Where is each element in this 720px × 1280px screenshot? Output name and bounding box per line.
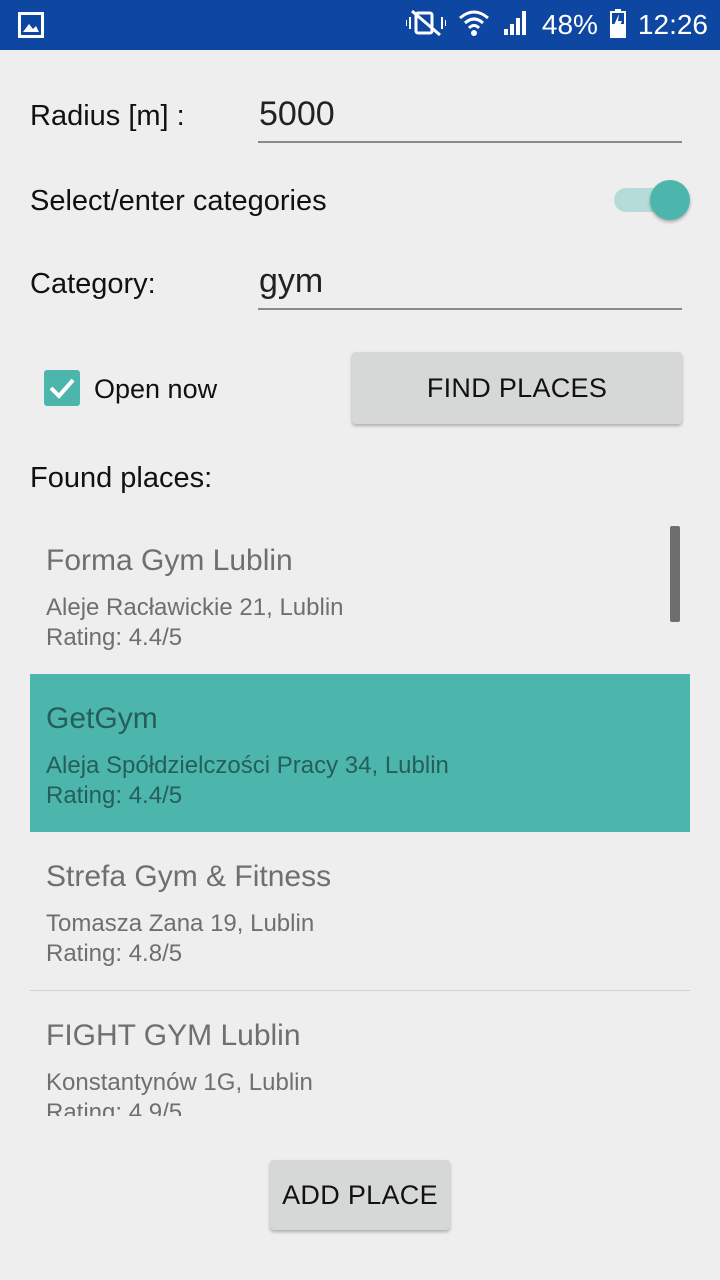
radius-label: Radius [m] : [30,100,185,132]
place-address: Tomasza Zana 19, Lublin [46,910,315,937]
place-address: Aleja Spółdzielczości Pracy 34, Lublin [46,752,449,779]
open-now-checkbox[interactable] [44,370,80,406]
battery-percent: 48% [541,9,598,40]
place-rating: Rating: 4.8/5 [46,940,183,967]
wifi-icon [458,8,490,43]
place-name: Strefa Gym & Fitness [46,860,332,893]
place-name: Forma Gym Lublin [46,544,293,577]
open-now-label[interactable]: Open now [94,374,217,405]
status-bar: 48% 12:26 [0,0,720,50]
category-field[interactable]: gym [258,262,682,310]
list-scrollbar[interactable] [670,526,680,622]
battery-charging-icon [609,8,626,43]
place-rating: Rating: 4.9/5 [46,1099,183,1116]
radius-field[interactable]: 5000 [258,95,682,143]
place-name: GetGym [46,702,158,735]
checkmark-icon [49,378,75,399]
place-rating: Rating: 4.4/5 [46,624,183,651]
find-places-button[interactable]: FIND PLACES [352,352,682,424]
clock: 12:26 [637,9,708,40]
place-address: Konstantynów 1G, Lublin [46,1069,313,1096]
category-label: Category: [30,268,156,300]
category-value: gym [259,262,324,300]
place-name: FIGHT GYM Lublin [46,1019,301,1052]
categories-label: Select/enter categories [30,185,327,217]
categories-switch[interactable] [614,180,690,220]
mute-vibrate-icon [404,8,447,43]
list-item[interactable]: Forma Gym Lublin Aleje Racławickie 21, L… [30,516,690,674]
switch-thumb [650,180,690,220]
list-item[interactable]: FIGHT GYM Lublin Konstantynów 1G, Lublin… [30,991,690,1116]
places-list[interactable]: Forma Gym Lublin Aleje Racławickie 21, L… [30,516,690,1116]
list-item[interactable]: Strefa Gym & Fitness Tomasza Zana 19, Lu… [30,832,690,990]
gallery-icon [18,12,44,38]
place-address: Aleje Racławickie 21, Lublin [46,594,344,621]
add-place-button[interactable]: ADD PLACE [270,1160,450,1230]
place-rating: Rating: 4.4/5 [46,782,183,809]
found-places-label: Found places: [30,462,213,494]
signal-icon [502,9,530,42]
list-item-selected[interactable]: GetGym Aleja Spółdzielczości Pracy 34, L… [30,674,690,832]
radius-value: 5000 [259,95,335,133]
